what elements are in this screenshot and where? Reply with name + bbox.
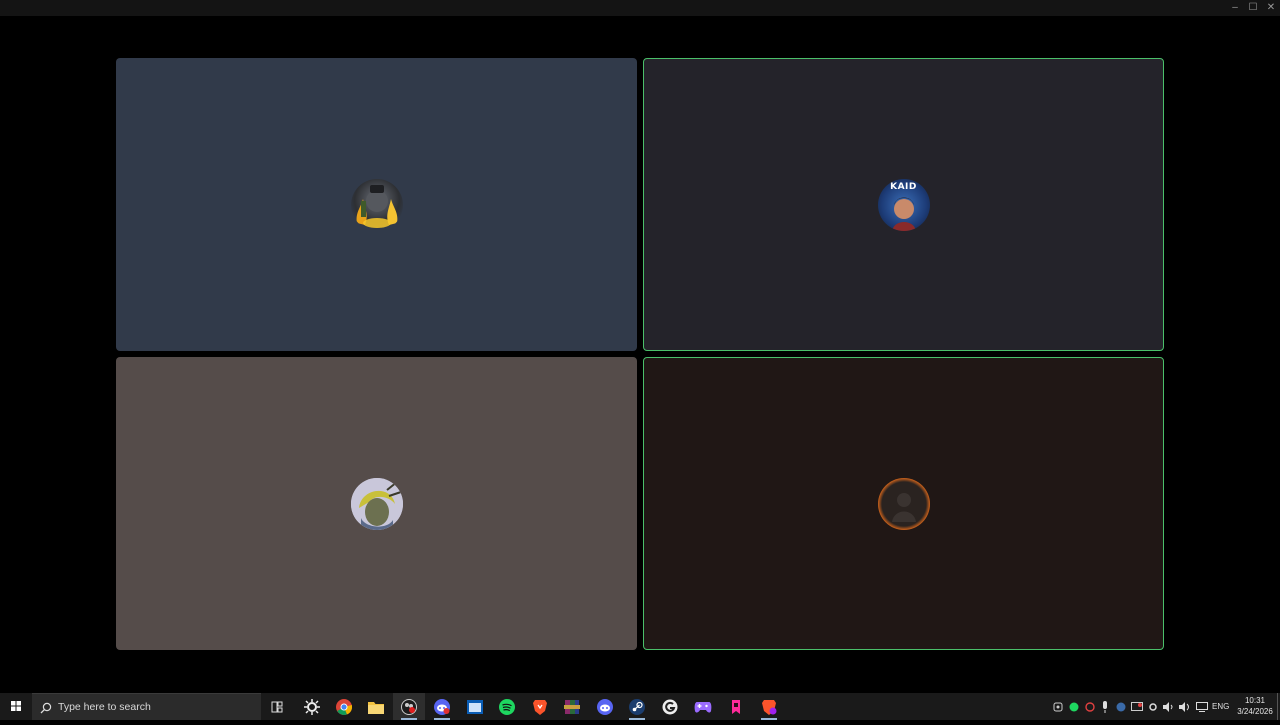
task-view-icon[interactable]	[261, 693, 293, 720]
steam-tray-icon[interactable]	[1113, 693, 1129, 720]
fire-ring-avatar	[877, 477, 930, 530]
window-app-icon[interactable]	[459, 693, 491, 720]
chrome-icon[interactable]	[328, 693, 360, 720]
minimize-button[interactable]: –	[1226, 0, 1244, 16]
settings-tray-icon[interactable]	[1145, 693, 1161, 720]
participant-tile-1[interactable]	[116, 58, 637, 351]
obs-icon[interactable]	[393, 693, 425, 720]
taskbar-clock[interactable]: 10:31 3/24/2026	[1234, 693, 1276, 720]
brave-beta-icon[interactable]	[753, 693, 785, 720]
file-explorer-icon[interactable]	[360, 693, 392, 720]
search-icon	[40, 702, 52, 714]
steam-icon[interactable]	[621, 693, 653, 720]
kaid-avatar: KAID	[877, 178, 930, 231]
microphone-tray-icon[interactable]	[1097, 693, 1113, 720]
window-title-bar: – ☐ ✕	[0, 0, 1280, 16]
taskbar: Type here to search ENG 10:31 3/24/2026	[0, 693, 1280, 720]
maximize-button[interactable]: ☐	[1244, 0, 1262, 16]
spotify-tray-icon[interactable]	[1066, 693, 1082, 720]
display-tray-icon[interactable]	[1129, 693, 1145, 720]
close-button[interactable]: ✕	[1262, 0, 1280, 16]
taskbar-search-box[interactable]: Type here to search	[32, 693, 261, 720]
flaming-character-avatar	[350, 178, 403, 231]
gamepad-icon[interactable]	[687, 693, 719, 720]
participant-tile-3[interactable]	[116, 357, 637, 650]
clock-date: 3/24/2026	[1237, 707, 1273, 716]
winrar-icon[interactable]	[556, 693, 588, 720]
speaker-tray-icon[interactable]	[1177, 693, 1193, 720]
search-placeholder: Type here to search	[58, 701, 151, 713]
kaid-avatar-text: KAID	[890, 181, 917, 192]
clock-time: 10:31	[1244, 696, 1266, 705]
steelseries-icon[interactable]	[296, 693, 328, 720]
network-tray-icon[interactable]	[1050, 693, 1066, 720]
discord-icon[interactable]	[589, 693, 621, 720]
discord-ptb-icon[interactable]	[426, 693, 458, 720]
spotify-icon[interactable]	[491, 693, 523, 720]
volume-tray-icon[interactable]	[1161, 693, 1177, 720]
pink-app-icon[interactable]	[720, 693, 752, 720]
participant-tile-2[interactable]: KAID	[643, 58, 1164, 351]
participant-tile-4[interactable]	[643, 357, 1164, 650]
language-indicator[interactable]: ENG	[1212, 693, 1229, 720]
monitor-tray-icon[interactable]	[1194, 693, 1210, 720]
tray-app-icon[interactable]	[1082, 693, 1098, 720]
brave-icon[interactable]	[524, 693, 556, 720]
yellow-hair-character-avatar	[350, 477, 403, 530]
windows-start-button[interactable]	[0, 693, 32, 720]
gaming-app-icon[interactable]	[654, 693, 686, 720]
windows-logo-icon	[11, 701, 21, 711]
